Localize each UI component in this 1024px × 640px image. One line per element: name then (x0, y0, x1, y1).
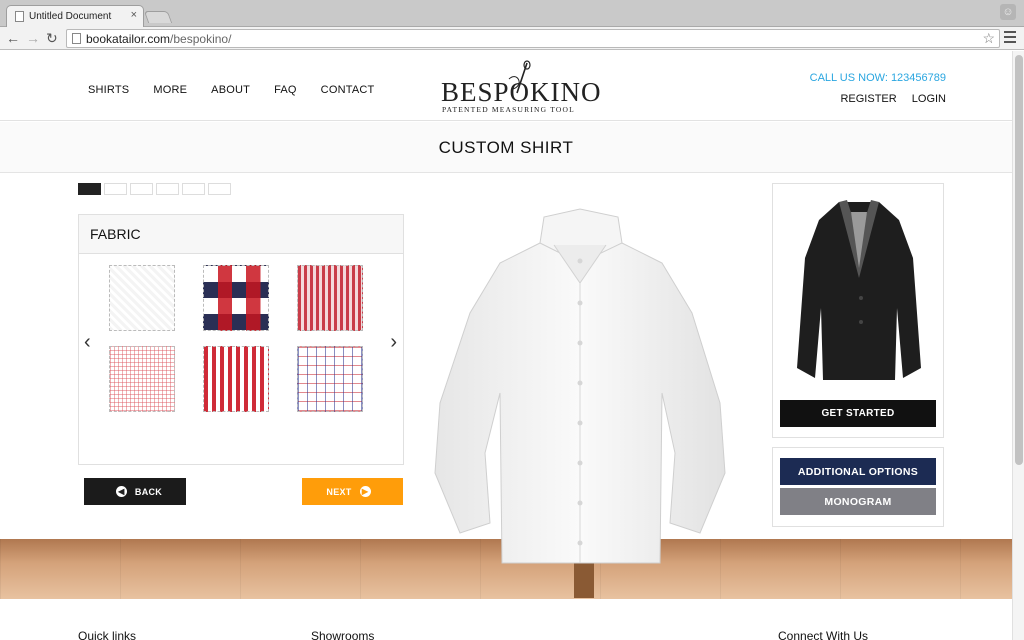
step-5[interactable] (182, 183, 205, 195)
title-bar: CUSTOM SHIRT (0, 122, 1012, 173)
new-tab-button[interactable] (143, 11, 173, 23)
step-indicator (78, 183, 234, 195)
url-text: bookatailor.com/bespokino/ (86, 32, 232, 46)
step-2[interactable] (104, 183, 127, 195)
profile-icon[interactable]: ☺ (1000, 4, 1016, 20)
site-header: SHIRTS MORE ABOUT FAQ CONTACT BESPOKINO … (0, 51, 1012, 121)
bookmark-star-icon[interactable]: ☆ (982, 30, 995, 47)
register-link[interactable]: REGISTER (840, 93, 896, 105)
back-button[interactable]: ◀ BACK (84, 478, 186, 505)
footer-connect: Connect With Us (778, 629, 869, 640)
close-tab-icon[interactable]: × (131, 9, 137, 21)
nav-contact[interactable]: CONTACT (321, 84, 375, 96)
browser-menu-icon[interactable] (1004, 31, 1016, 46)
browser-tab[interactable]: Untitled Document × (6, 5, 144, 28)
fabric-swatch-red-bold-stripe[interactable] (203, 346, 269, 412)
nav-shirts[interactable]: SHIRTS (88, 84, 129, 96)
browser-tab-bar: Untitled Document × ☺ (0, 0, 1024, 28)
arrow-left-circle-icon: ◀ (115, 486, 127, 497)
nav-about[interactable]: ABOUT (211, 84, 250, 96)
forward-arrow-icon[interactable]: → (26, 29, 40, 47)
site-logo[interactable]: BESPOKINO PATENTED MEASURING TOOL (441, 60, 601, 115)
reload-icon[interactable]: ↻ (46, 29, 58, 47)
jacket-image (797, 200, 921, 380)
fabric-swatch-pink-grid[interactable] (109, 346, 175, 412)
footer-quick-links: Quick links (78, 629, 137, 640)
scrollbar-thumb[interactable] (1015, 55, 1023, 465)
browser-toolbar: ← → ↻ bookatailor.com/bespokino/ ☆ (0, 27, 1024, 50)
logo-tagline: PATENTED MEASURING TOOL (442, 105, 575, 114)
call-us-link[interactable]: CALL US NOW: 123456789 (810, 72, 946, 84)
chevron-right-icon[interactable]: › (390, 332, 397, 352)
get-started-button[interactable]: GET STARTED (780, 400, 936, 427)
login-link[interactable]: LOGIN (912, 93, 946, 105)
back-arrow-icon[interactable]: ← (6, 29, 20, 47)
page: SHIRTS MORE ABOUT FAQ CONTACT BESPOKINO … (0, 51, 1012, 640)
page-title: CUSTOM SHIRT (438, 138, 574, 157)
back-label: BACK (134, 486, 163, 497)
arrow-right-circle-icon: ▶ (359, 486, 371, 497)
account-links: REGISTER LOGIN (828, 93, 946, 105)
logo-brand: BESPOKINO (441, 77, 602, 107)
additional-options-button[interactable]: ADDITIONAL OPTIONS (780, 458, 936, 485)
step-1[interactable] (78, 183, 101, 195)
footer-showrooms: Showrooms (311, 629, 375, 640)
fabric-panel: FABRIC ‹ › (78, 214, 404, 465)
fabric-swatch-check[interactable] (203, 265, 269, 331)
step-6[interactable] (208, 183, 231, 195)
next-button[interactable]: NEXT ▶ (302, 478, 403, 505)
main-nav: SHIRTS MORE ABOUT FAQ CONTACT (88, 84, 398, 96)
address-bar[interactable]: bookatailor.com/bespokino/ ☆ (66, 29, 1000, 48)
nav-faq[interactable]: FAQ (274, 84, 297, 96)
tab-title: Untitled Document (29, 11, 112, 22)
fabric-title: FABRIC (79, 215, 403, 254)
step-4[interactable] (156, 183, 179, 195)
shirt-preview-image (434, 208, 726, 598)
fabric-swatch-blue-red-check[interactable] (297, 346, 363, 412)
monogram-button[interactable]: MONOGRAM (780, 488, 936, 515)
fabric-swatch-red-stripe[interactable] (297, 265, 363, 331)
page-scrollbar[interactable] (1012, 51, 1024, 640)
fabric-swatch-white[interactable] (109, 265, 175, 331)
nav-more[interactable]: MORE (153, 84, 187, 96)
page-icon (72, 33, 81, 44)
next-label: NEXT (326, 486, 352, 497)
document-icon (15, 11, 24, 22)
step-3[interactable] (130, 183, 153, 195)
chevron-left-icon[interactable]: ‹ (84, 332, 91, 352)
